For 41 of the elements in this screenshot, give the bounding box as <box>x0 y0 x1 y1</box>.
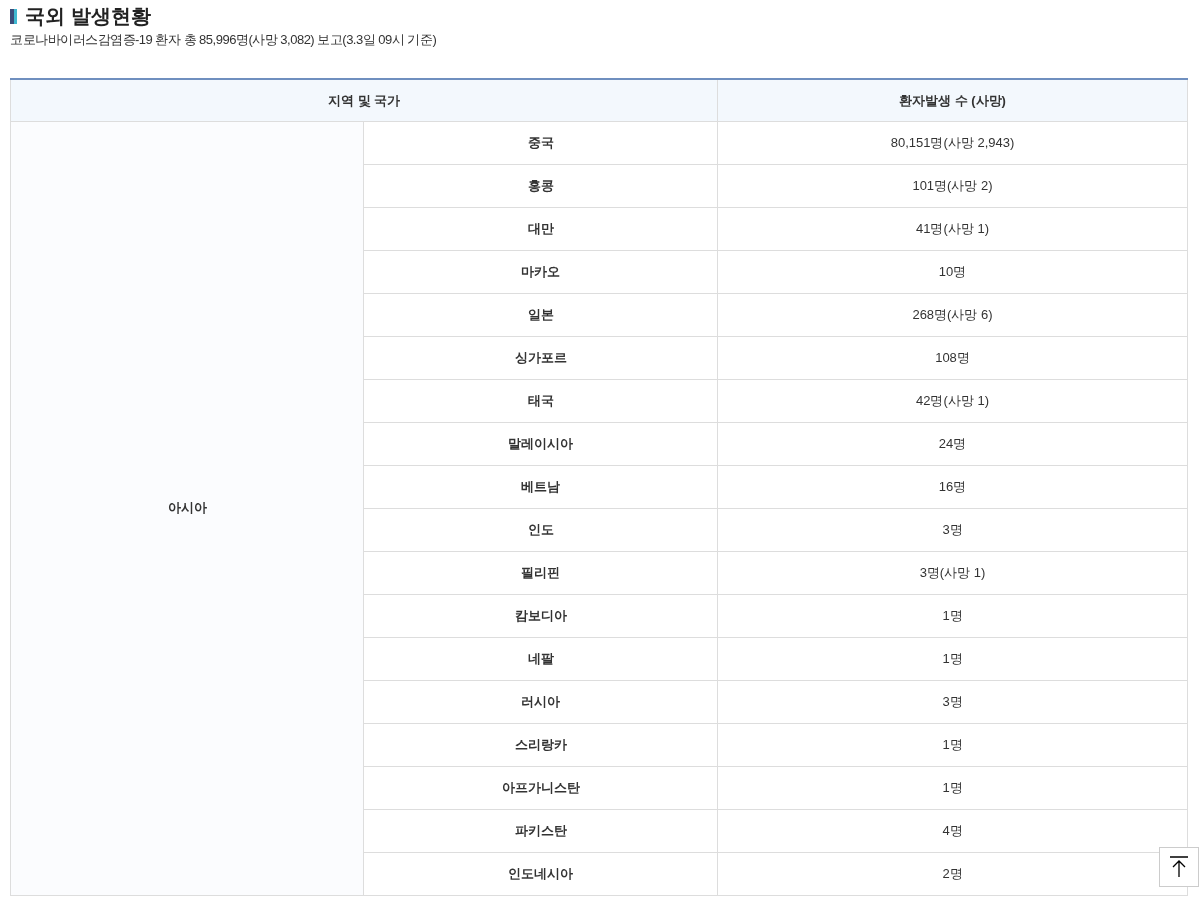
cases-cell: 101명(사망 2) <box>717 164 1188 207</box>
summary-text: 코로나바이러스감염증-19 환자 총 85,996명(사망 3,082) 보고(3.3일 09시 기준) <box>9 31 438 49</box>
country-cell: 홍콩 <box>363 164 718 207</box>
cases-cell: 10명 <box>717 250 1188 293</box>
country-cell: 베트남 <box>363 465 718 508</box>
country-cell: 러시아 <box>363 680 718 723</box>
country-cell: 마카오 <box>363 250 718 293</box>
country-cell: 캄보디아 <box>363 594 718 637</box>
country-cell: 스리랑카 <box>363 723 718 766</box>
country-cell: 파키스탄 <box>363 809 718 852</box>
cases-cell: 3명(사망 1) <box>717 551 1188 594</box>
country-cell: 태국 <box>363 379 718 422</box>
cases-cell: 3명 <box>717 508 1188 551</box>
cases-cell: 80,151명(사망 2,943) <box>717 121 1188 164</box>
cases-cell: 1명 <box>717 594 1188 637</box>
country-cell: 중국 <box>363 121 718 164</box>
cases-cell: 268명(사망 6) <box>717 293 1188 336</box>
country-cell: 싱가포르 <box>363 336 718 379</box>
country-cell: 일본 <box>363 293 718 336</box>
cases-cell: 42명(사망 1) <box>717 379 1188 422</box>
country-cell: 말레이시아 <box>363 422 718 465</box>
country-cell: 필리핀 <box>363 551 718 594</box>
cases-cell: 24명 <box>717 422 1188 465</box>
scroll-to-top-button[interactable] <box>1159 847 1199 887</box>
section-title: 국외 발생현황 <box>25 4 151 29</box>
cases-cell: 1명 <box>717 766 1188 809</box>
cases-cell: 16명 <box>717 465 1188 508</box>
cases-cell: 1명 <box>717 637 1188 680</box>
title-bar-icon <box>10 8 17 24</box>
country-cell: 대만 <box>363 207 718 250</box>
cases-cell: 1명 <box>717 723 1188 766</box>
arrow-up-icon <box>1169 856 1189 878</box>
column-header: 환자발생 수 (사망) <box>717 79 1188 121</box>
region-cell: 아시아 <box>10 121 364 895</box>
cases-cell: 41명(사망 1) <box>717 207 1188 250</box>
cases-cell: 3명 <box>717 680 1188 723</box>
country-cell: 네팔 <box>363 637 718 680</box>
country-cell: 아프가니스탄 <box>363 766 718 809</box>
country-cell: 인도 <box>363 508 718 551</box>
cases-cell: 108명 <box>717 336 1188 379</box>
country-cell: 인도네시아 <box>363 852 718 895</box>
